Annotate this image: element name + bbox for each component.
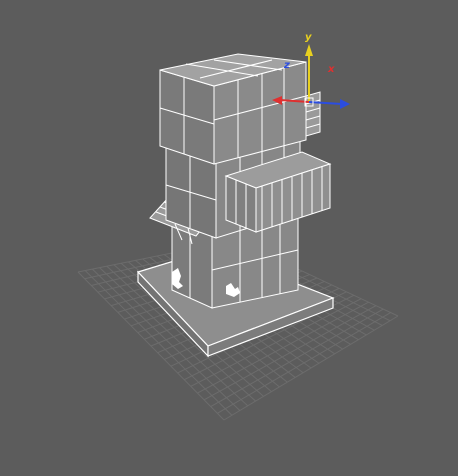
- gizmo-z-arrow-icon[interactable]: [340, 99, 350, 109]
- gizmo-z-label: z: [283, 60, 290, 71]
- gizmo-y-label: y: [305, 32, 312, 43]
- viewport-canvas[interactable]: y x z: [0, 0, 458, 476]
- gizmo-x-label: x: [327, 64, 335, 75]
- 3d-viewport[interactable]: y x z: [0, 0, 458, 476]
- gizmo-y-arrow-icon[interactable]: [305, 44, 313, 56]
